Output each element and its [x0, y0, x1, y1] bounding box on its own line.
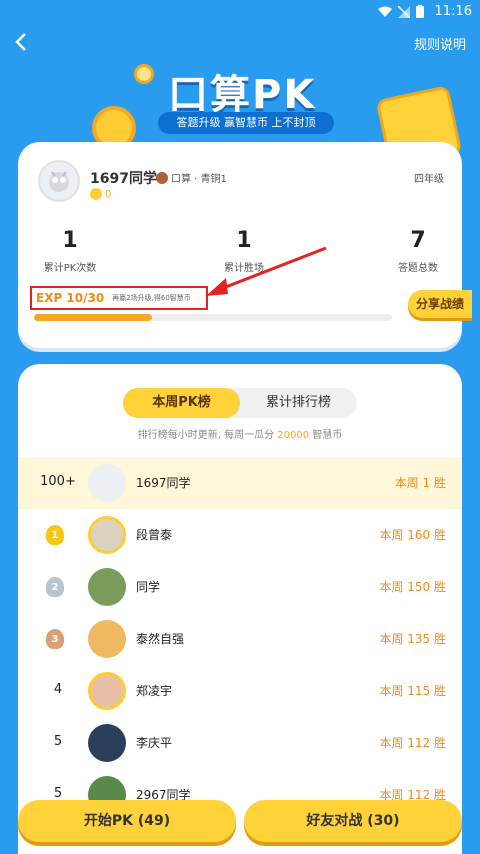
rank-label: 口算 · 青铜1	[156, 170, 227, 185]
avatar[interactable]	[38, 160, 80, 202]
notice-amount: 20000	[277, 430, 310, 441]
player-wins: 本周 115 胜	[379, 684, 446, 698]
table-row[interactable]: 5 李庆平 本周 112 胜	[18, 717, 462, 769]
hero-banner: 口算PK 答题升级 赢智慧币 上不封顶	[0, 56, 480, 169]
coin-icon	[90, 188, 102, 200]
exp-tip: 再赢2场升级,得60智慧币	[112, 294, 191, 302]
exp-progress-bar	[34, 314, 392, 321]
bottom-action-bar: 开始PK (49) 好友对战 (30)	[0, 794, 480, 854]
avatar	[88, 620, 126, 658]
coin-value: 0	[105, 188, 112, 200]
grade-label: 四年级	[414, 174, 444, 185]
avatar	[88, 516, 126, 554]
leaderboard-card: 本周PK榜 累计排行榜 排行榜每小时更新, 每周一瓜分 20000 智慧币 10…	[18, 364, 462, 854]
annotation-arrow-icon	[206, 246, 327, 296]
rank-medal-icon: 2	[46, 577, 64, 597]
leaderboard-tabs: 本周PK榜 累计排行榜	[123, 388, 357, 418]
table-row-me[interactable]: 100+ 1697同学 本周 1 胜	[18, 457, 462, 509]
avatar	[88, 672, 126, 710]
bronze-medal-icon	[156, 171, 168, 184]
username: 1697同学	[90, 171, 157, 187]
exp-progress-fill	[34, 314, 153, 321]
table-row[interactable]: 4 郑凌宇 本周 115 胜	[18, 665, 462, 717]
table-row[interactable]: 1 段曾泰 本周 160 胜	[18, 509, 462, 561]
player-name: 同学	[136, 580, 161, 594]
table-row[interactable]: 2 同学 本周 150 胜	[18, 561, 462, 613]
owl-avatar-icon	[49, 171, 69, 192]
avatar	[88, 724, 126, 762]
player-wins: 本周 112 胜	[379, 736, 446, 750]
stat-value: 7	[410, 228, 426, 253]
avatar	[88, 568, 126, 606]
battery-icon	[416, 5, 424, 18]
start-pk-button[interactable]: 开始PK (49)	[18, 800, 236, 842]
no-signal-icon	[398, 5, 410, 18]
table-row[interactable]: 3 泰然自强 本周 135 胜	[18, 613, 462, 665]
status-bar: 11:16	[0, 0, 480, 24]
stat-pk-count: 1 累计PK次数	[40, 228, 100, 274]
back-arrow-icon[interactable]	[10, 30, 34, 54]
rank-number: 5	[53, 734, 63, 749]
rank-number: 100+	[40, 474, 76, 489]
coin-count: 0	[90, 188, 111, 200]
stat-answers: 7 答题总数	[388, 228, 448, 274]
wifi-icon	[378, 6, 392, 17]
hero-subtitle: 答题升级 赢智慧币 上不封顶	[158, 112, 334, 134]
player-wins: 本周 150 胜	[379, 580, 446, 594]
player-name: 郑凌宇	[136, 684, 173, 698]
rank-number: 4	[53, 682, 63, 697]
player-wins: 本周 1 胜	[394, 476, 446, 490]
notice-suffix: 智慧币	[309, 430, 343, 441]
stat-label: 累计PK次数	[43, 263, 97, 274]
rank-medal-icon: 1	[46, 525, 64, 545]
player-name: 李庆平	[136, 736, 173, 750]
status-time: 11:16	[434, 4, 472, 19]
leaderboard-notice: 排行榜每小时更新, 每周一瓜分 20000 智慧币	[18, 426, 462, 441]
status-icons	[378, 5, 424, 18]
exp-highlight-box: EXP 10/30 再赢2场升级,得60智慧币	[30, 286, 208, 310]
share-button[interactable]: 分享战绩	[408, 290, 472, 318]
exp-label: EXP 10/30	[36, 291, 105, 305]
stat-label: 答题总数	[398, 263, 438, 274]
player-name: 泰然自强	[136, 632, 185, 646]
friend-battle-button[interactable]: 好友对战 (30)	[244, 800, 462, 842]
player-wins: 本周 135 胜	[379, 632, 446, 646]
tab-weekly[interactable]: 本周PK榜	[123, 388, 240, 418]
avatar	[88, 464, 126, 502]
player-wins: 本周 160 胜	[379, 528, 446, 542]
stat-value: 1	[62, 228, 78, 253]
notice-prefix: 排行榜每小时更新, 每周一瓜分	[137, 430, 278, 441]
player-name: 1697同学	[136, 476, 191, 490]
tab-cumulative[interactable]: 累计排行榜	[240, 388, 357, 418]
player-name: 段曾泰	[136, 528, 173, 542]
rank-text: 口算 · 青铜1	[171, 174, 227, 185]
rank-medal-icon: 3	[46, 629, 64, 649]
rules-link[interactable]: 规则说明	[414, 34, 466, 53]
star-decoration-icon	[134, 64, 154, 84]
